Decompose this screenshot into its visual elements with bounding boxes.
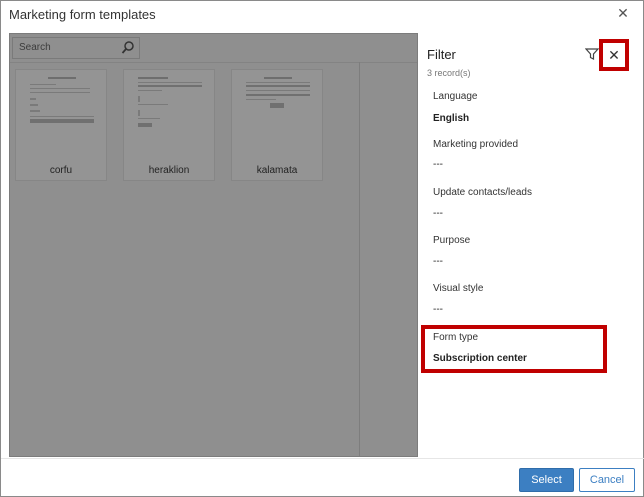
filter-close-icon[interactable]: ✕ xyxy=(608,47,620,63)
close-highlight-box: ✕ xyxy=(599,39,629,71)
gallery-divider xyxy=(359,62,360,456)
template-card-corfu[interactable]: corfu xyxy=(15,69,107,181)
filter-value-form-type[interactable]: Subscription center xyxy=(433,353,527,364)
filter-label-visual-style: Visual style xyxy=(433,283,484,294)
filter-panel: Filter 3 record(s) ✕ Language English Ma… xyxy=(419,33,643,457)
search-icon[interactable] xyxy=(121,40,135,56)
dialog-title: Marketing form templates xyxy=(9,7,156,22)
record-count: 3 record(s) xyxy=(427,68,471,78)
search-input[interactable]: Search xyxy=(12,37,140,59)
template-thumbnail xyxy=(138,77,202,127)
filter-label-language: Language xyxy=(433,91,478,102)
filter-label-purpose: Purpose xyxy=(433,235,471,246)
filter-funnel-icon[interactable] xyxy=(585,47,599,61)
template-name: heraklion xyxy=(148,165,190,176)
template-name: corfu xyxy=(49,165,73,176)
filter-label-form-type: Form type xyxy=(433,332,479,343)
template-thumbnail xyxy=(246,77,310,108)
dialog-close-icon[interactable]: ✕ xyxy=(615,5,631,21)
toolbar-divider xyxy=(10,62,417,63)
select-button[interactable]: Select xyxy=(519,468,574,492)
filter-value-purpose[interactable]: --- xyxy=(433,256,443,267)
footer-divider xyxy=(1,458,644,459)
filter-value-visual-style[interactable]: --- xyxy=(433,304,443,315)
template-thumbnail xyxy=(30,77,94,123)
filter-label-marketing-provided: Marketing provided xyxy=(433,139,519,150)
template-name: kalamata xyxy=(256,165,298,176)
filter-value-update-contacts[interactable]: --- xyxy=(433,208,443,219)
template-card-heraklion[interactable]: heraklion xyxy=(123,69,215,181)
cancel-button[interactable]: Cancel xyxy=(579,468,635,492)
filter-value-marketing-provided[interactable]: --- xyxy=(433,159,443,170)
dialog-window: Marketing form templates ✕ Search corfu … xyxy=(0,0,644,497)
filter-value-language[interactable]: English xyxy=(433,113,469,124)
search-placeholder: Search xyxy=(19,42,51,53)
template-card-kalamata[interactable]: kalamata xyxy=(231,69,323,181)
template-gallery: Search corfu heraklion kalamata xyxy=(9,33,418,457)
filter-title: Filter xyxy=(427,47,456,62)
filter-label-update-contacts: Update contacts/leads xyxy=(433,187,532,198)
